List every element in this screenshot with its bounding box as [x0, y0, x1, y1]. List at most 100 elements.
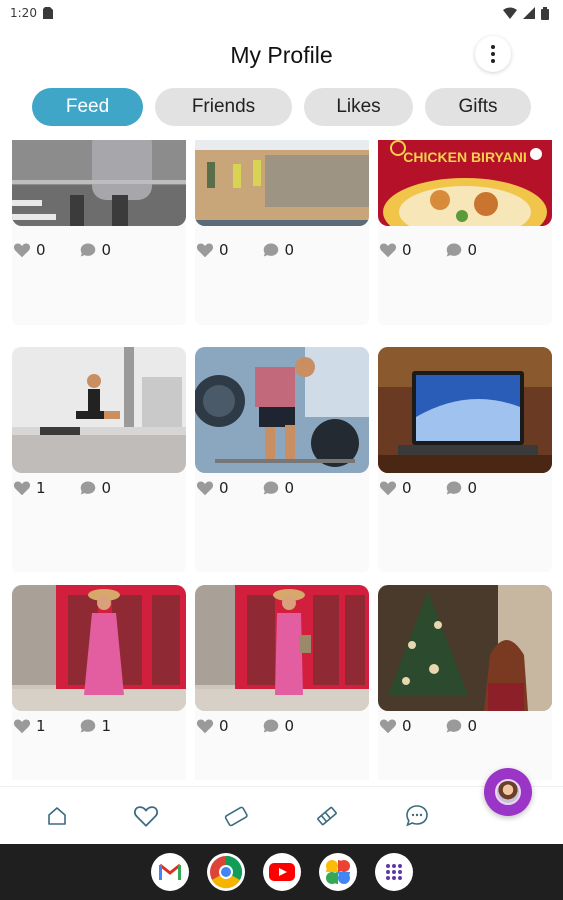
post-image[interactable] — [195, 140, 369, 226]
likes-stat[interactable]: 0 — [379, 241, 412, 259]
heart-icon — [379, 719, 397, 734]
construction-workers-site-photo — [195, 140, 369, 226]
comments-stat[interactable]: 0 — [445, 717, 478, 735]
post-stats: 0 0 — [195, 478, 369, 498]
post-card[interactable]: 1 1 — [12, 585, 186, 780]
comments-stat[interactable]: 0 — [445, 241, 478, 259]
heart-icon — [134, 806, 158, 827]
comment-icon — [446, 719, 461, 733]
comments-stat[interactable]: 0 — [262, 241, 295, 259]
heart-icon — [196, 243, 214, 258]
post-stats: 1 1 — [12, 716, 186, 736]
post-card[interactable]: 0 0 — [12, 140, 186, 325]
post-image[interactable]: CHICKEN BIRYANI — [378, 140, 552, 226]
app-drawer-icon — [385, 864, 402, 880]
comments-stat[interactable]: 0 — [262, 717, 295, 735]
likes-stat[interactable]: 0 — [379, 717, 412, 735]
header: My Profile — [0, 34, 563, 78]
photos-icon — [325, 860, 350, 884]
chrome-app[interactable] — [206, 853, 245, 891]
woman-pink-dress-red-door-photo — [12, 585, 186, 711]
comments-stat[interactable]: 0 — [79, 241, 112, 259]
comment-icon — [446, 481, 461, 495]
post-image[interactable] — [378, 347, 552, 473]
likes-count: 0 — [219, 717, 229, 735]
post-stats: 1 0 — [12, 478, 186, 498]
biryani-ad-text: CHICKEN BIRYANI — [403, 149, 526, 165]
post-image[interactable] — [378, 585, 552, 711]
chicken-biryani-ad: CHICKEN BIRYANI — [378, 140, 552, 226]
youtube-app[interactable] — [262, 853, 301, 891]
likes-count: 0 — [402, 241, 412, 259]
post-card[interactable]: 0 0 — [378, 347, 552, 572]
tab-feed[interactable]: Feed — [32, 88, 143, 126]
post-image[interactable] — [12, 347, 186, 473]
comments-count: 0 — [101, 241, 112, 259]
likes-stat[interactable]: 1 — [13, 717, 46, 735]
comments-count: 0 — [101, 479, 112, 497]
comments-count: 0 — [467, 717, 478, 735]
likes-stat[interactable]: 0 — [379, 479, 412, 497]
nav-likes[interactable] — [131, 801, 161, 831]
comments-count: 1 — [101, 717, 112, 735]
avatar — [495, 779, 521, 805]
post-image[interactable] — [195, 585, 369, 711]
comments-stat[interactable]: 1 — [79, 717, 112, 735]
post-card[interactable]: 1 0 — [12, 347, 186, 572]
comments-stat[interactable]: 0 — [445, 479, 478, 497]
likes-stat[interactable]: 1 — [13, 479, 46, 497]
likes-count: 0 — [36, 241, 46, 259]
ticket-icon — [224, 806, 248, 827]
likes-count: 1 — [36, 479, 46, 497]
woman-deadlift-barbell-photo — [195, 347, 369, 473]
woman-lunge-gym-photo — [12, 347, 186, 473]
app-drawer-button[interactable] — [374, 853, 413, 891]
post-card[interactable]: CHICKEN BIRYANI 0 0 — [378, 140, 552, 325]
nav-gifts[interactable] — [312, 801, 342, 831]
gmail-app[interactable] — [150, 853, 189, 891]
more-options-button[interactable] — [475, 36, 511, 72]
signal-icon — [523, 7, 535, 19]
likes-count: 1 — [36, 717, 46, 735]
heart-icon — [13, 719, 31, 734]
comments-count: 0 — [467, 479, 478, 497]
comment-icon — [80, 481, 95, 495]
gift-pencil-icon — [317, 806, 337, 826]
post-stats: 0 0 — [195, 240, 369, 260]
heart-icon — [196, 719, 214, 734]
sim-card-icon — [42, 7, 53, 19]
chat-icon — [406, 805, 428, 827]
comments-stat[interactable]: 0 — [79, 479, 112, 497]
nav-home[interactable] — [42, 801, 72, 831]
laptop-on-desk-photo — [378, 347, 552, 473]
comments-stat[interactable]: 0 — [262, 479, 295, 497]
comments-count: 0 — [284, 479, 295, 497]
post-card[interactable]: 0 0 — [195, 347, 369, 572]
comments-count: 0 — [284, 717, 295, 735]
photos-app[interactable] — [318, 853, 357, 891]
post-image[interactable] — [195, 347, 369, 473]
likes-stat[interactable]: 0 — [13, 241, 46, 259]
likes-stat[interactable]: 0 — [196, 479, 229, 497]
post-card[interactable]: 0 0 — [378, 585, 552, 780]
heart-icon — [379, 243, 397, 258]
comments-count: 0 — [284, 241, 295, 259]
chrome-icon — [209, 855, 242, 889]
nav-chat[interactable] — [402, 801, 432, 831]
post-image[interactable] — [12, 140, 186, 226]
likes-stat[interactable]: 0 — [196, 717, 229, 735]
post-card[interactable]: 0 0 — [195, 140, 369, 325]
likes-stat[interactable]: 0 — [196, 241, 229, 259]
nav-tickets[interactable] — [221, 801, 251, 831]
tab-gifts[interactable]: Gifts — [425, 88, 531, 126]
post-stats: 0 0 — [195, 716, 369, 736]
more-dot-icon — [491, 45, 495, 49]
tab-friends[interactable]: Friends — [155, 88, 292, 126]
likes-count: 0 — [402, 717, 412, 735]
post-card[interactable]: 0 0 — [195, 585, 369, 780]
heart-icon — [13, 243, 31, 258]
post-image[interactable] — [12, 585, 186, 711]
comments-count: 0 — [467, 241, 478, 259]
tab-likes[interactable]: Likes — [304, 88, 413, 126]
profile-avatar-button[interactable] — [484, 768, 532, 816]
